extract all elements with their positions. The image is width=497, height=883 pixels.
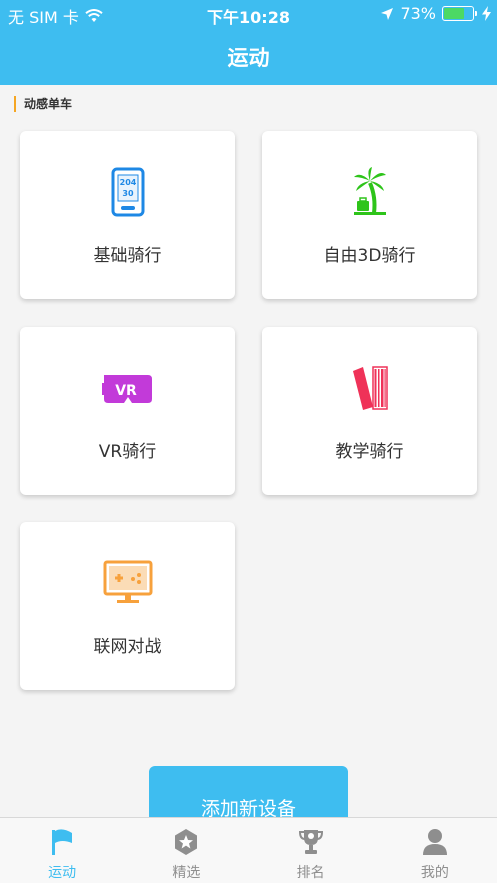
tab-label: 运动 [48,865,77,881]
card-label: 自由3D骑行 [323,246,416,266]
tab-mine[interactable]: 我的 [373,818,497,883]
section-label: 动感单车 [14,96,72,112]
battery-icon [442,6,477,21]
status-right: 73% [380,4,491,23]
battery-fill [444,8,465,19]
card-label: 基础骑行 [93,246,162,266]
card-online-battle[interactable]: 联网对战 [20,522,235,690]
card-label: VR骑行 [98,442,157,462]
tab-featured[interactable]: 精选 [124,818,248,883]
star-badge-icon [175,829,198,855]
card-basic-ride[interactable]: 204 30 基础骑行 [20,131,235,299]
status-bar: 无 SIM 卡 下午10:28 73% [0,0,497,30]
vr-icon-text: VR [115,383,137,399]
header-bar: 无 SIM 卡 下午10:28 73% 运动 [0,0,497,85]
vr-headset-icon: VR [101,375,152,403]
trophy-icon [298,830,323,854]
tab-label: 我的 [420,865,449,881]
game-screen-icon [103,560,152,603]
card-free-3d-ride[interactable]: 自由3D骑行 [262,131,477,299]
card-label: 教学骑行 [335,442,404,462]
card-teaching-ride[interactable]: 教学骑行 [262,327,477,495]
page-title: 运动 [227,46,270,70]
flag-icon [52,829,73,855]
books-icon [352,366,388,410]
tab-label: 精选 [172,865,201,881]
phone-meter-icon: 204 30 [111,167,144,217]
tab-sport[interactable]: 运动 [0,818,124,883]
palm-tree-icon [353,167,386,215]
location-arrow-icon [381,7,394,20]
tab-bar: 运动 精选 排名 我的 [0,817,497,883]
charging-bolt-icon [482,6,491,21]
tab-label: 排名 [296,865,325,881]
phone-icon-line1: 204 [119,178,136,187]
battery-percent: 73% [400,4,436,23]
card-label: 联网对战 [93,637,162,657]
card-vr-ride[interactable]: VR VR骑行 [20,327,235,495]
phone-icon-line2: 30 [122,189,134,198]
tab-ranking[interactable]: 排名 [249,818,373,883]
person-icon [422,829,447,855]
